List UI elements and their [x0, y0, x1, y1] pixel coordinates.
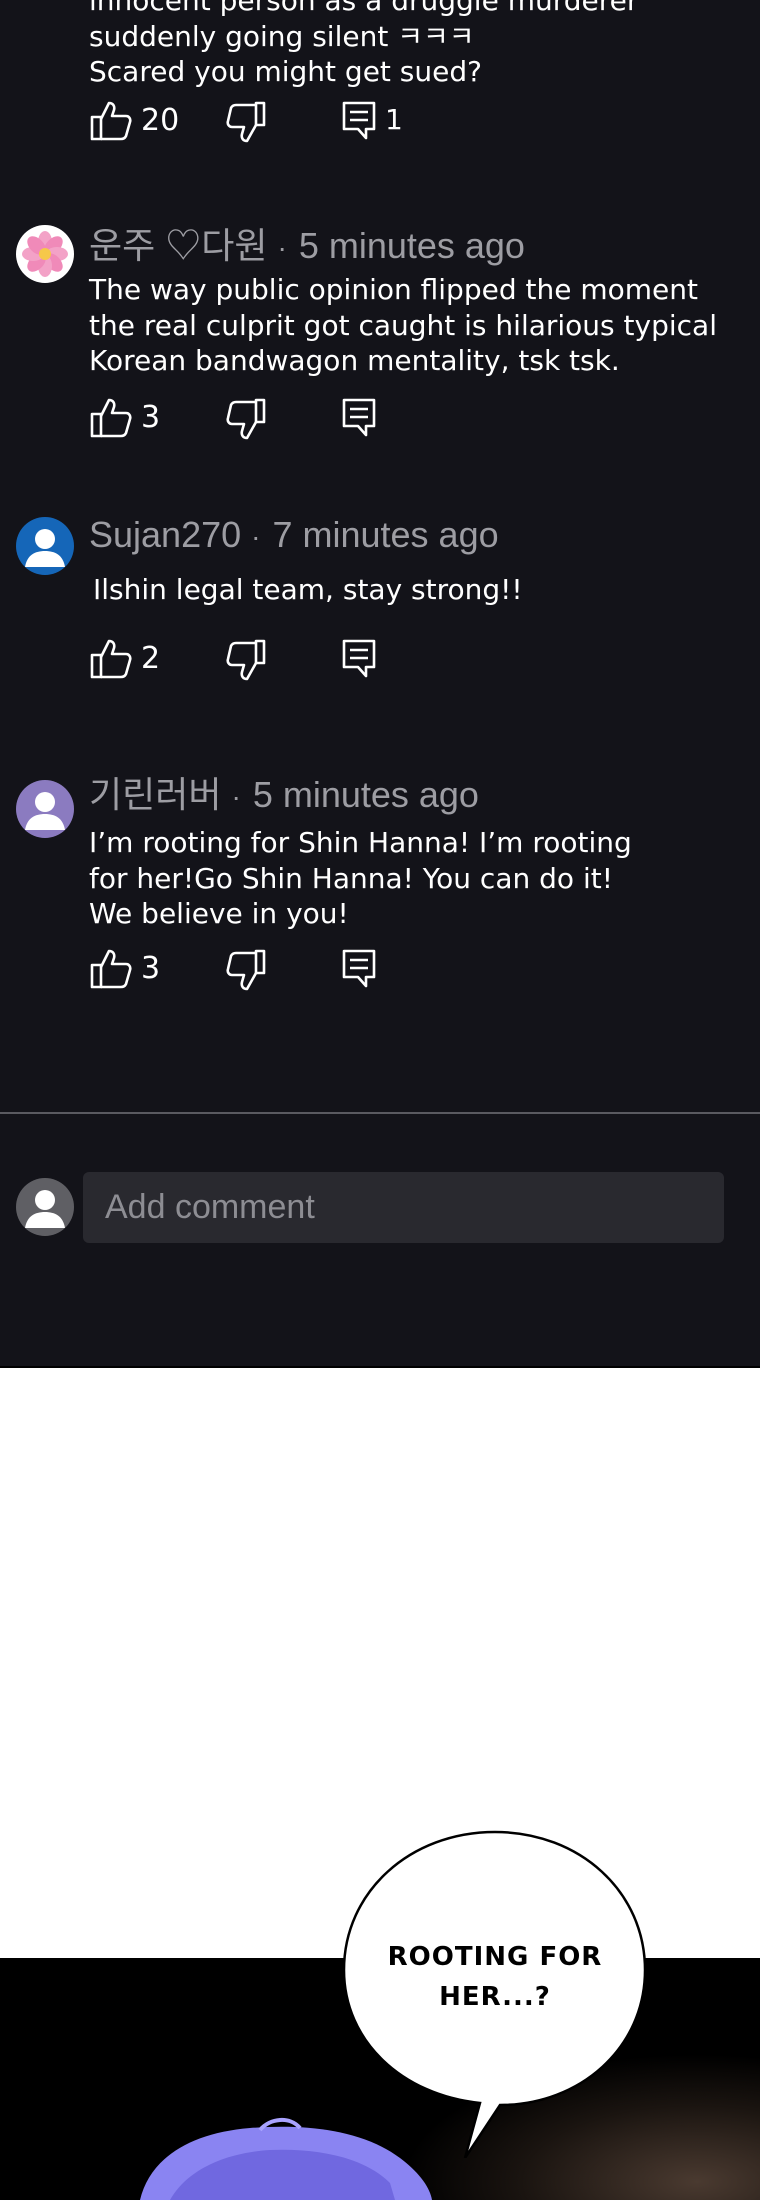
like-count: 3 — [141, 400, 161, 435]
thumbs-up-icon[interactable] — [89, 99, 133, 148]
user-icon[interactable] — [16, 780, 74, 838]
reply-icon[interactable] — [341, 637, 377, 686]
author-name[interactable]: 운주 ♡다원 — [89, 225, 267, 266]
flower-icon[interactable] — [16, 225, 74, 283]
thumbs-up-icon[interactable] — [89, 396, 133, 445]
thumbs-down-icon[interactable] — [226, 947, 268, 996]
reply-count: 1 — [385, 103, 403, 136]
comment-time: 7 minutes ago — [272, 514, 499, 555]
thumbs-down-icon[interactable] — [226, 99, 268, 148]
thumbs-up-icon[interactable] — [89, 637, 133, 686]
comment-actions: 3 — [89, 947, 389, 991]
comment-actions: 3 — [89, 396, 389, 440]
like-count: 20 — [141, 103, 180, 138]
comment-author-line: 운주 ♡다원 · 5 minutes ago — [89, 225, 525, 266]
like-count: 2 — [141, 641, 161, 676]
comment-author-line: Sujan270 · 7 minutes ago — [89, 514, 499, 555]
comment-time: 5 minutes ago — [252, 774, 479, 815]
thumbs-down-icon[interactable] — [226, 637, 268, 686]
reply-icon[interactable] — [341, 396, 377, 445]
reply-icon[interactable] — [341, 99, 377, 148]
comment-text: The way public opinion flipped the momen… — [89, 273, 717, 377]
divider — [0, 1112, 760, 1114]
author-name[interactable]: Sujan270 — [89, 514, 241, 555]
comment-actions: 20 1 — [89, 99, 403, 143]
thumbs-up-icon[interactable] — [89, 947, 133, 996]
speech-bubble-text: ROOTING FOR HER...? — [387, 1942, 603, 2012]
reply-icon[interactable] — [341, 947, 377, 996]
user-icon — [16, 1178, 74, 1236]
thumbs-down-icon[interactable] — [226, 396, 268, 445]
comment-actions: 2 — [89, 637, 389, 681]
comment-time: 5 minutes ago — [298, 225, 525, 266]
comment-text: I’m rooting for Shin Hanna! I’m rooting … — [89, 826, 632, 930]
like-count: 3 — [141, 951, 161, 986]
comment-author-line: 기린러버 · 5 minutes ago — [89, 774, 479, 815]
comment-text: Ilshin legal team, stay strong!! — [93, 573, 523, 606]
user-icon[interactable] — [16, 517, 74, 575]
comment-text: innocent person as a druggie murderer su… — [89, 0, 639, 88]
author-name[interactable]: 기린러버 — [89, 774, 221, 815]
section-border — [0, 1366, 760, 1368]
add-comment-input[interactable] — [83, 1172, 724, 1243]
